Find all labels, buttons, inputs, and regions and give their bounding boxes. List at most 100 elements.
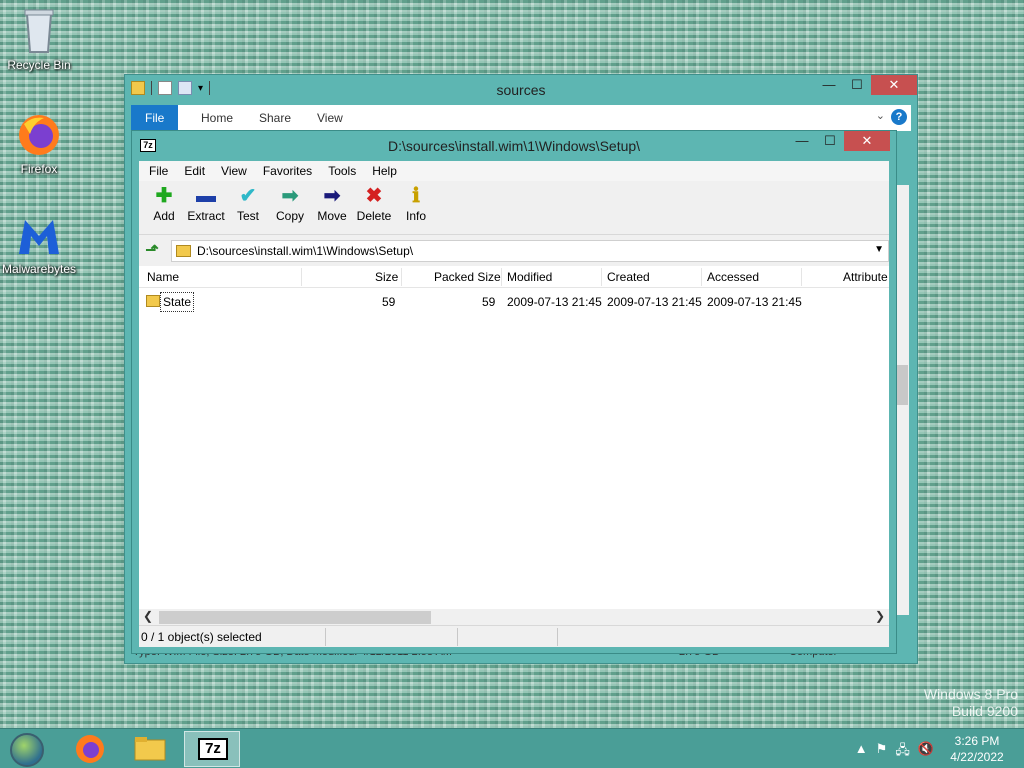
minimize-button[interactable]: —	[815, 75, 843, 95]
tab-share[interactable]: Share	[245, 105, 305, 131]
add-button[interactable]: ✚ Add	[143, 181, 185, 234]
info-label: Info	[405, 209, 426, 223]
column-separator[interactable]	[501, 268, 502, 286]
window-controls: — ☐ ✕	[815, 75, 917, 95]
delete-button[interactable]: ✖ Delete	[353, 181, 395, 234]
desktop-icon-label: Firefox	[20, 162, 58, 176]
tab-home[interactable]: Home	[187, 105, 247, 131]
window-controls: — ☐ ✕	[788, 131, 890, 151]
folder-icon	[134, 737, 166, 761]
taskbar-7zip[interactable]: 7z	[184, 731, 240, 767]
volume-muted-icon[interactable]: 🔇	[918, 741, 934, 763]
separator	[557, 628, 558, 646]
explorer-vertical-scrollbar[interactable]	[895, 185, 909, 615]
menu-help[interactable]: Help	[364, 161, 405, 181]
clock-time: 3:26 PM	[954, 734, 1000, 748]
taskbar: 7z ▲ ⚑ 🖧 🔇 3:26 PM 4/22/2022	[0, 728, 1024, 768]
menu-tools[interactable]: Tools	[320, 161, 364, 181]
maximize-button[interactable]: ☐	[816, 131, 844, 151]
watermark-edition: Windows 8 Pro	[923, 686, 1018, 702]
column-header-attribute[interactable]: Attribute	[843, 270, 888, 284]
desktop-icon-label: Malwarebytes	[1, 262, 77, 276]
folder-icon	[146, 295, 160, 307]
chevron-up-icon[interactable]: ▲	[855, 741, 868, 763]
recycle-bin-icon	[24, 9, 54, 53]
move-button[interactable]: ➡ Move	[311, 181, 353, 234]
minimize-button[interactable]: —	[788, 131, 816, 151]
column-header-name[interactable]: Name	[147, 270, 179, 284]
add-label: Add	[153, 209, 175, 223]
scrollbar-thumb[interactable]	[159, 611, 431, 624]
copy-icon: ➡	[281, 185, 299, 207]
column-header-accessed[interactable]: Accessed	[707, 270, 759, 284]
sevenzip-titlebar[interactable]: 7z D:\sources\install.wim\1\Windows\Setu…	[132, 131, 896, 161]
horizontal-scrollbar[interactable]: ❮ ❯	[139, 609, 889, 626]
item-modified: 2009-07-13 21:45	[507, 295, 602, 309]
expand-ribbon-icon[interactable]: ⌄	[876, 109, 885, 122]
toolbar: ✚ Add ▬ Extract ✔ Test ➡ Copy ➡ Move ✖ D…	[139, 181, 889, 235]
scroll-right-icon[interactable]: ❯	[875, 609, 885, 623]
item-size: 59	[382, 295, 396, 309]
list-item[interactable]: State 59 59 2009-07-13 21:45 2009-07-13 …	[139, 292, 889, 312]
network-icon[interactable]: 🖧	[895, 741, 910, 763]
up-folder-icon[interactable]: ⬏	[143, 242, 161, 260]
tab-view[interactable]: View	[303, 105, 357, 131]
chevron-down-icon[interactable]: ▼	[874, 244, 884, 255]
column-separator[interactable]	[401, 268, 402, 286]
taskbar-firefox[interactable]	[62, 731, 118, 767]
test-icon: ✔	[239, 185, 257, 207]
firefox-icon	[76, 735, 104, 763]
test-label: Test	[236, 209, 259, 223]
help-icon[interactable]: ?	[891, 109, 907, 125]
scrollbar-thumb[interactable]	[896, 365, 908, 405]
column-separator[interactable]	[601, 268, 602, 286]
start-button[interactable]	[10, 733, 44, 767]
list-header: Name Size Packed Size Modified Created A…	[139, 266, 889, 288]
column-header-modified[interactable]: Modified	[507, 270, 552, 284]
copy-button[interactable]: ➡ Copy	[269, 181, 311, 234]
delete-label: Delete	[356, 209, 392, 223]
test-button[interactable]: ✔ Test	[227, 181, 269, 234]
column-header-size[interactable]: Size	[375, 270, 398, 284]
window-title: sources	[496, 82, 546, 98]
explorer-titlebar[interactable]: ▾ sources — ☐ ✕	[125, 75, 917, 105]
separator	[457, 628, 458, 646]
taskbar-file-explorer[interactable]	[122, 731, 178, 767]
column-separator[interactable]	[301, 268, 302, 286]
menu-view[interactable]: View	[213, 161, 255, 181]
file-list[interactable]: Name Size Packed Size Modified Created A…	[139, 266, 889, 626]
column-header-created[interactable]: Created	[607, 270, 650, 284]
menu-file[interactable]: File	[141, 161, 176, 181]
extract-button[interactable]: ▬ Extract	[185, 181, 227, 234]
move-label: Move	[317, 209, 347, 223]
close-button[interactable]: ✕	[844, 131, 890, 151]
desktop-icon-malwarebytes[interactable]: Malwarebytes	[1, 214, 77, 276]
clock[interactable]: 3:26 PM 4/22/2022	[938, 733, 1016, 765]
close-button[interactable]: ✕	[871, 75, 917, 95]
column-separator[interactable]	[801, 268, 802, 286]
firefox-icon	[19, 115, 59, 155]
extract-icon: ▬	[196, 185, 216, 207]
desktop-icon-firefox[interactable]: Firefox	[1, 112, 77, 176]
clock-date: 4/22/2022	[950, 750, 1004, 764]
info-button[interactable]: ℹ Info	[395, 181, 437, 234]
scroll-left-icon[interactable]: ❮	[143, 609, 153, 623]
watermark-build: Build 9200	[951, 703, 1018, 719]
desktop-icon-label: Recycle Bin	[7, 58, 71, 72]
column-header-packed-size[interactable]: Packed Size	[434, 270, 501, 284]
address-field[interactable]: D:\sources\install.wim\1\Windows\Setup\ …	[171, 240, 889, 262]
menu-favorites[interactable]: Favorites	[255, 161, 320, 181]
maximize-button[interactable]: ☐	[843, 75, 871, 95]
ribbon-tabs: File Home Share View ⌄ ?	[131, 105, 911, 131]
menu-edit[interactable]: Edit	[176, 161, 213, 181]
item-name[interactable]: State	[160, 292, 195, 312]
window-title: D:\sources\install.wim\1\Windows\Setup\	[387, 138, 641, 154]
sevenzip-window[interactable]: 7z D:\sources\install.wim\1\Windows\Setu…	[131, 130, 897, 654]
folder-icon	[176, 245, 191, 257]
column-separator[interactable]	[701, 268, 702, 286]
address-text[interactable]: D:\sources\install.wim\1\Windows\Setup\	[197, 244, 413, 258]
add-icon: ✚	[155, 185, 173, 207]
desktop-icon-recycle-bin[interactable]: Recycle Bin	[1, 6, 77, 72]
tab-file[interactable]: File	[131, 105, 179, 131]
flag-icon[interactable]: ⚑	[876, 741, 888, 763]
